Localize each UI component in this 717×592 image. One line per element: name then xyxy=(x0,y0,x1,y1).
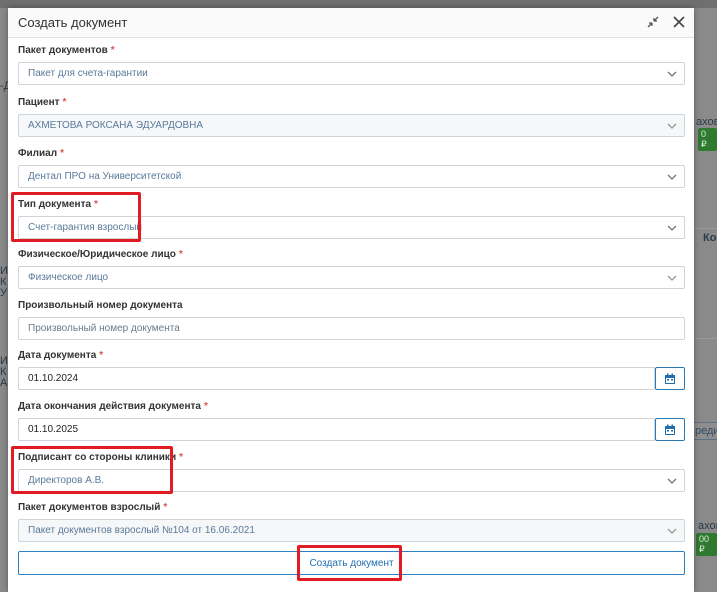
background-divider xyxy=(694,228,717,229)
background-right-text: ахов ы xyxy=(696,116,717,128)
person-type-field: Физическое/Юридическое лицо * Физическое … xyxy=(18,249,685,289)
chevron-down-icon xyxy=(667,478,677,484)
modal-title: Создать документ xyxy=(18,15,128,30)
doc-date-calendar-button[interactable] xyxy=(655,367,685,390)
branch-label: Филиал * xyxy=(18,148,65,159)
chevron-down-icon xyxy=(667,123,677,129)
chevron-down-icon xyxy=(667,275,677,281)
doc-type-field: Тип документа * Счет-гарантия взрослый xyxy=(18,199,685,239)
signer-label: Подписант со стороны клиники * xyxy=(18,452,183,463)
background-divider xyxy=(694,338,717,339)
create-document-button[interactable]: Создать документ xyxy=(18,551,685,575)
patient-field: Пациент * АХМЕТОВА РОКСАНА ЭДУАРДОВНА xyxy=(18,97,685,137)
calendar-icon xyxy=(665,424,675,435)
doc-end-date-label: Дата окончания действия документа * xyxy=(18,401,208,412)
background-right-text: ахов xyxy=(698,520,717,532)
person-type-label: Физическое/Юридическое лицо * xyxy=(18,249,183,260)
background-column-header: Ко xyxy=(703,232,717,244)
custom-number-label: Произвольный номер документа xyxy=(18,300,183,311)
doc-package-field: Пакет документов * Пакет для счета-гарант… xyxy=(18,45,685,85)
person-type-select[interactable]: Физическое лицо xyxy=(18,266,685,289)
doc-end-date-calendar-button[interactable] xyxy=(655,418,685,441)
signer-field: Подписант со стороны клиники * Директоров… xyxy=(18,452,685,492)
doc-package-value: Пакет для счета-гарантии xyxy=(28,68,148,79)
branch-select[interactable]: Дентал ПРО на Университетской xyxy=(18,165,685,188)
doc-date-field: Дата документа * 01.10.2024 xyxy=(18,350,685,390)
signer-value: Директоров А.В. xyxy=(28,475,105,486)
adult-package-label: Пакет документов взрослый * xyxy=(18,502,168,513)
doc-date-input[interactable]: 01.10.2024 xyxy=(18,367,655,390)
patient-label: Пациент * xyxy=(18,97,67,108)
background-price-badge: 00 ₽ xyxy=(696,533,717,556)
doc-end-date-value: 01.10.2025 xyxy=(28,424,79,435)
doc-date-value: 01.10.2024 xyxy=(28,373,79,384)
doc-end-date-field: Дата окончания действия документа * 01.10… xyxy=(18,401,685,441)
patient-value: АХМЕТОВА РОКСАНА ЭДУАРДОВНА xyxy=(28,120,204,131)
adult-package-select[interactable]: Пакет документов взрослый №104 от 16.06.… xyxy=(18,519,685,542)
background-price-badge: 0 ₽ xyxy=(698,128,717,151)
person-type-value: Физическое лицо xyxy=(28,272,109,283)
doc-package-select[interactable]: Пакет для счета-гарантии xyxy=(18,62,685,85)
doc-type-label: Тип документа * xyxy=(18,199,98,210)
custom-number-field: Произвольный номер документа Произвольны… xyxy=(18,300,685,340)
custom-number-placeholder: Произвольный номер документа xyxy=(28,323,180,334)
doc-date-label: Дата документа * xyxy=(18,350,104,361)
doc-type-select[interactable]: Счет-гарантия взрослый xyxy=(18,216,685,239)
chevron-down-icon xyxy=(667,71,677,77)
chevron-down-icon xyxy=(667,225,677,231)
close-icon[interactable] xyxy=(672,15,686,29)
background-left-text: У xyxy=(0,287,7,299)
chevron-down-icon xyxy=(667,174,677,180)
create-document-modal: Создать документ Пакет документов * Пакет… xyxy=(8,8,694,592)
adult-package-field: Пакет документов взрослый * Пакет докумен… xyxy=(18,502,685,542)
calendar-icon xyxy=(665,373,675,384)
custom-number-input[interactable]: Произвольный номер документа xyxy=(18,317,685,340)
doc-type-value: Счет-гарантия взрослый xyxy=(28,222,142,233)
collapse-icon[interactable] xyxy=(646,15,660,29)
background-topbar xyxy=(0,0,717,8)
doc-package-label: Пакет документов * xyxy=(18,45,115,56)
modal-header: Создать документ xyxy=(8,8,694,38)
background-left-text: А xyxy=(0,377,8,389)
chevron-down-icon xyxy=(667,528,677,534)
background-credit-button[interactable]: редит xyxy=(690,422,717,440)
branch-value: Дентал ПРО на Университетской xyxy=(28,171,182,182)
branch-field: Филиал * Дентал ПРО на Университетской xyxy=(18,148,685,188)
adult-package-value: Пакет документов взрослый №104 от 16.06.… xyxy=(28,525,255,536)
signer-select[interactable]: Директоров А.В. xyxy=(18,469,685,492)
doc-end-date-input[interactable]: 01.10.2025 xyxy=(18,418,655,441)
patient-select[interactable]: АХМЕТОВА РОКСАНА ЭДУАРДОВНА xyxy=(18,114,685,137)
